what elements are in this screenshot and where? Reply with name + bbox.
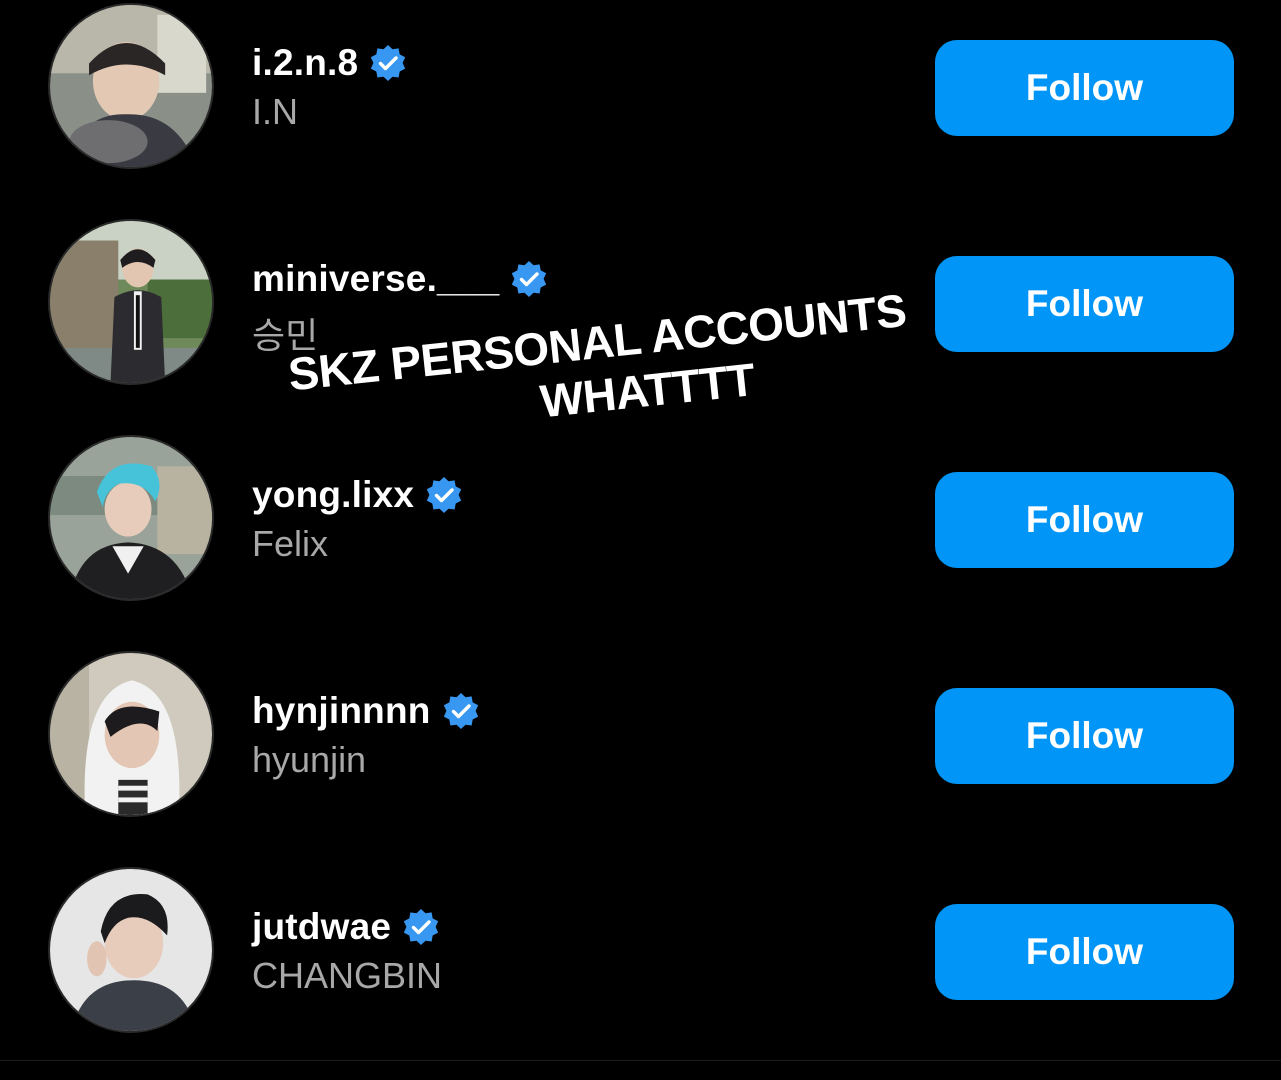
account-names: miniverse.___ 승민 — [252, 255, 912, 359]
full-name: 승민 — [252, 315, 319, 356]
avatar[interactable] — [48, 867, 214, 1033]
profile-photo-icon — [50, 221, 212, 383]
verified-badge-icon — [401, 907, 441, 947]
username[interactable]: i.2.n.8 — [252, 42, 358, 84]
follow-button[interactable]: Follow — [935, 688, 1234, 784]
profile-photo-icon — [50, 5, 212, 167]
username[interactable]: miniverse.___ — [252, 258, 499, 300]
account-row[interactable]: miniverse.___ 승민 Follow — [0, 219, 1281, 399]
follow-button[interactable]: Follow — [935, 40, 1234, 136]
account-row[interactable]: i.2.n.8 I.N Follow — [0, 3, 1281, 183]
account-row[interactable]: jutdwae CHANGBIN Follow — [0, 867, 1281, 1047]
follow-button[interactable]: Follow — [935, 472, 1234, 568]
username[interactable]: yong.lixx — [252, 474, 414, 516]
full-name: I.N — [252, 91, 299, 132]
username[interactable]: jutdwae — [252, 906, 391, 948]
profile-photo-icon — [50, 437, 212, 599]
verified-badge-icon — [509, 259, 549, 299]
verified-badge-icon — [424, 475, 464, 515]
account-names: i.2.n.8 I.N — [252, 39, 912, 133]
verified-badge-icon — [441, 691, 481, 731]
avatar[interactable] — [48, 3, 214, 169]
username[interactable]: hynjinnnn — [252, 690, 431, 732]
account-row[interactable]: hynjinnnn hyunjin Follow — [0, 651, 1281, 831]
profile-photo-icon — [50, 869, 212, 1031]
profile-photo-icon — [50, 653, 212, 815]
suggested-accounts-list: i.2.n.8 I.N Follow miniverse.___ 승민 Foll… — [0, 0, 1281, 1080]
divider — [0, 1060, 1281, 1061]
avatar[interactable] — [48, 651, 214, 817]
account-names: yong.lixx Felix — [252, 471, 912, 565]
follow-button[interactable]: Follow — [935, 256, 1234, 352]
account-names: jutdwae CHANGBIN — [252, 903, 912, 997]
follow-button[interactable]: Follow — [935, 904, 1234, 1000]
verified-badge-icon — [368, 43, 408, 83]
full-name: Felix — [252, 523, 329, 564]
avatar[interactable] — [48, 435, 214, 601]
account-row[interactable]: yong.lixx Felix Follow — [0, 435, 1281, 615]
full-name: hyunjin — [252, 739, 367, 780]
full-name: CHANGBIN — [252, 955, 443, 996]
account-names: hynjinnnn hyunjin — [252, 687, 912, 781]
avatar[interactable] — [48, 219, 214, 385]
